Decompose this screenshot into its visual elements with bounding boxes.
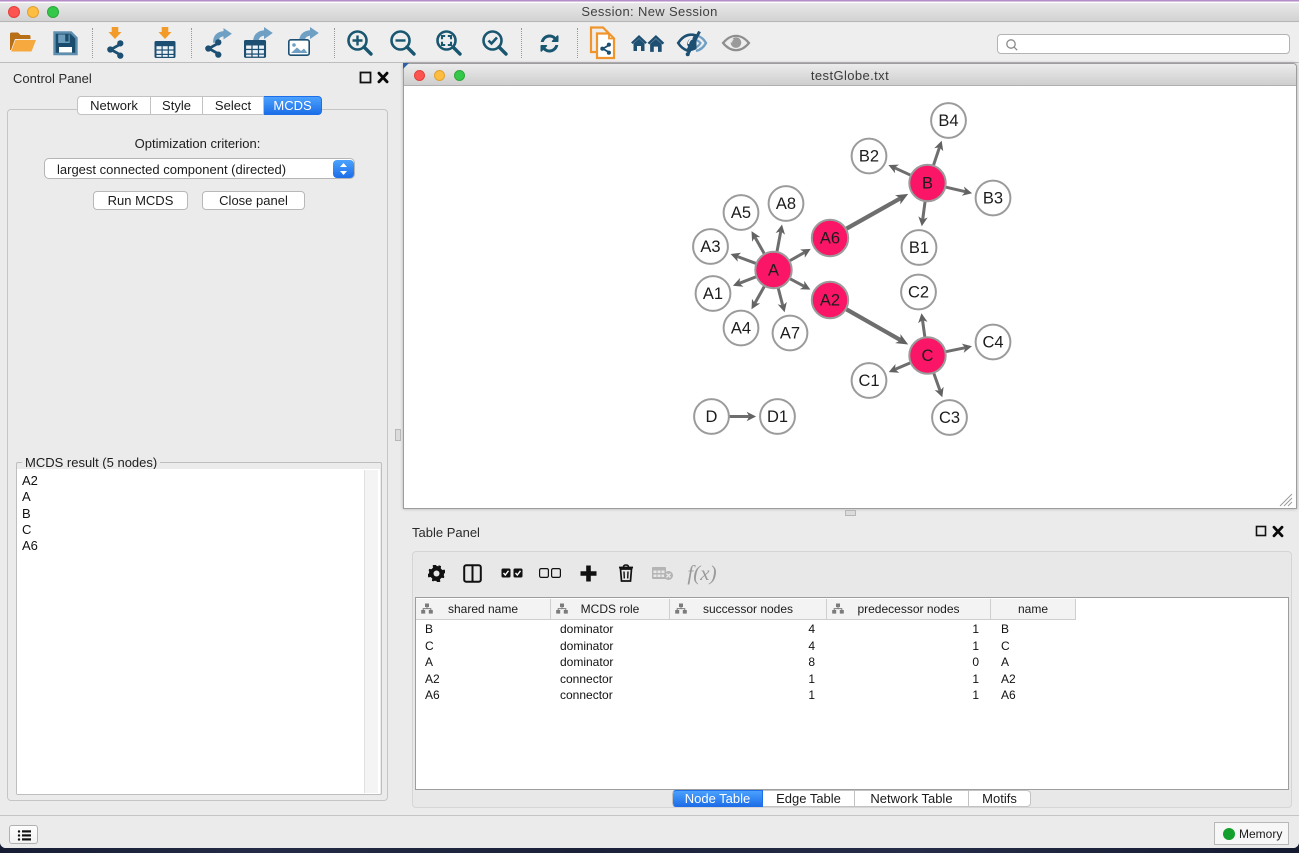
svg-text:C2: C2 bbox=[908, 284, 929, 302]
svg-text:A: A bbox=[768, 262, 779, 280]
svg-text:A1: A1 bbox=[703, 285, 723, 303]
svg-text:A2: A2 bbox=[820, 292, 840, 310]
svg-text:A6: A6 bbox=[820, 230, 840, 248]
svg-text:A7: A7 bbox=[780, 325, 800, 343]
svg-text:B4: B4 bbox=[938, 112, 958, 130]
svg-text:B: B bbox=[922, 175, 933, 193]
svg-text:D1: D1 bbox=[767, 408, 788, 426]
svg-text:A4: A4 bbox=[731, 320, 751, 338]
svg-text:C3: C3 bbox=[939, 409, 960, 427]
svg-text:C4: C4 bbox=[982, 334, 1003, 352]
svg-text:A3: A3 bbox=[700, 238, 720, 256]
svg-text:B3: B3 bbox=[983, 190, 1003, 208]
svg-text:C: C bbox=[922, 347, 934, 365]
svg-text:A8: A8 bbox=[776, 195, 796, 213]
svg-text:B1: B1 bbox=[909, 239, 929, 257]
svg-text:C1: C1 bbox=[858, 372, 879, 390]
svg-text:A5: A5 bbox=[731, 204, 751, 222]
svg-text:B2: B2 bbox=[859, 148, 879, 166]
svg-text:D: D bbox=[706, 408, 718, 426]
